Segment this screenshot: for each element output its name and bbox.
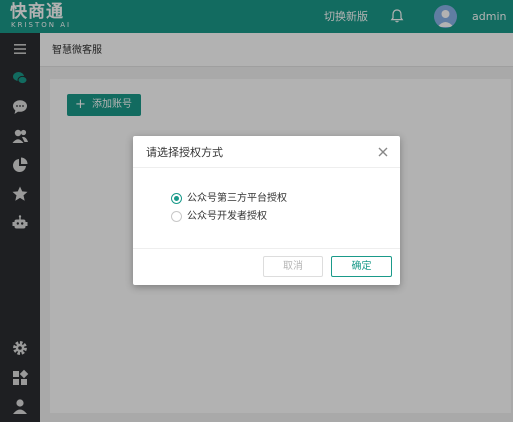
- radio-label: 公众号开发者授权: [187, 211, 267, 222]
- radio-button[interactable]: [171, 211, 182, 222]
- dialog-divider: [133, 248, 400, 249]
- radio-label: 公众号第三方平台授权: [187, 193, 287, 204]
- dialog-header: 请选择授权方式: [133, 136, 400, 168]
- radio-button-checked[interactable]: [171, 193, 182, 204]
- close-icon[interactable]: [377, 146, 389, 158]
- confirm-button[interactable]: 确定: [331, 256, 392, 277]
- cancel-button[interactable]: 取消: [263, 256, 323, 277]
- auth-method-dialog: 请选择授权方式 公众号第三方平台授权 公众号开发者授权 取消 确定: [133, 136, 400, 285]
- dialog-title: 请选择授权方式: [146, 146, 223, 159]
